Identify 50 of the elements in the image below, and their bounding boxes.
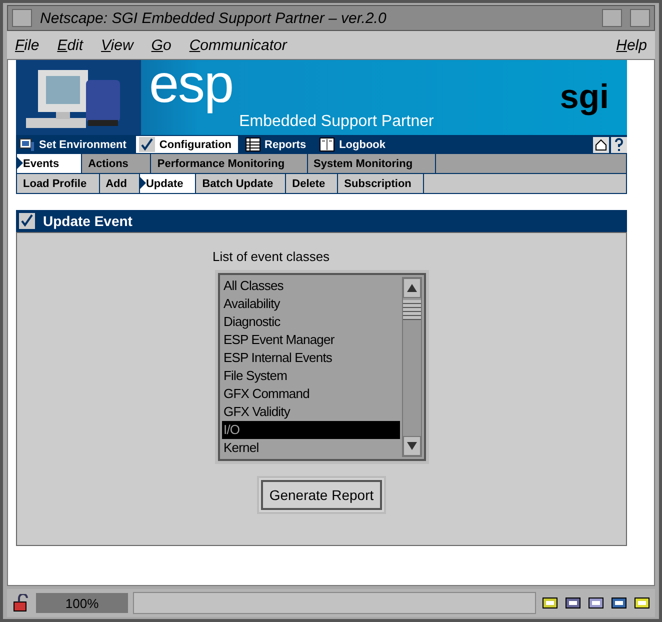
- esp-logo: esp: [149, 54, 234, 116]
- generate-report-button[interactable]: Generate Report: [261, 480, 382, 510]
- menu-item[interactable]: Help: [616, 36, 647, 54]
- nav-tab-label: Configuration: [159, 138, 232, 150]
- home-icon[interactable]: [593, 136, 609, 152]
- nav-tab[interactable]: Reports: [242, 136, 312, 153]
- lock-icon[interactable]: [11, 594, 31, 612]
- up-arrow-icon[interactable]: [406, 284, 416, 292]
- tab[interactable]: System Monitoring: [308, 154, 436, 173]
- subtab[interactable]: Update: [140, 174, 196, 193]
- list-label: List of event classes: [212, 249, 331, 264]
- list-item[interactable]: Kernel: [222, 439, 400, 457]
- nav-tab[interactable]: Set Environment: [16, 136, 132, 153]
- section-title: Update Event: [43, 213, 132, 229]
- monitor-icon: [19, 137, 35, 152]
- subtab[interactable]: Add: [100, 174, 140, 193]
- nav-tab-label: Logbook: [339, 138, 386, 150]
- list-item[interactable]: ESP Internal Events: [222, 349, 400, 367]
- scroll-thumb: [402, 300, 420, 320]
- zoom-level: 100%: [36, 593, 128, 613]
- nav-tab-label: Reports: [264, 138, 306, 150]
- table-icon: [244, 137, 261, 152]
- list-item[interactable]: I/O: [222, 421, 400, 439]
- checkmark-icon: [19, 213, 35, 229]
- list-item[interactable]: GFX Command: [222, 385, 400, 403]
- menu-item[interactable]: Edit: [57, 36, 84, 54]
- list-item[interactable]: GFX Validity: [222, 403, 400, 421]
- menu-item[interactable]: Go: [151, 36, 172, 54]
- nav-tab[interactable]: Configuration: [136, 136, 238, 153]
- down-arrow-icon[interactable]: [406, 442, 416, 450]
- banner-subtitle: Embedded Support Partner: [239, 113, 434, 131]
- menu-item[interactable]: View: [101, 36, 134, 54]
- list-item[interactable]: Availability: [222, 295, 400, 313]
- minimize-button[interactable]: [602, 9, 622, 27]
- sgi-logo: sgi: [560, 78, 609, 117]
- book-icon: [319, 137, 336, 152]
- maximize-button[interactable]: [630, 9, 650, 27]
- nav-tab-label: Set Environment: [39, 138, 126, 150]
- list-box[interactable]: All Classes Availability Diagnostic ESP Event Manager ESP Internal Events File System GFX Command GFX Validity I/O Kernel: [214, 270, 428, 464]
- list-item[interactable]: Diagnostic: [222, 313, 400, 331]
- tab[interactable]: Events: [17, 154, 82, 173]
- window-title: Netscape: SGI Embedded Support Partner – ver.2.0: [40, 10, 388, 26]
- help-icon[interactable]: [611, 136, 627, 152]
- menu-item[interactable]: Communicator: [189, 36, 287, 54]
- list-item[interactable]: All Classes: [222, 277, 400, 295]
- menu-item[interactable]: File: [15, 36, 40, 54]
- list-item[interactable]: File System: [222, 367, 400, 385]
- window-menu-button[interactable]: [12, 9, 32, 27]
- nav-tab[interactable]: Logbook: [316, 136, 392, 153]
- list-item[interactable]: ESP Event Manager: [222, 331, 400, 349]
